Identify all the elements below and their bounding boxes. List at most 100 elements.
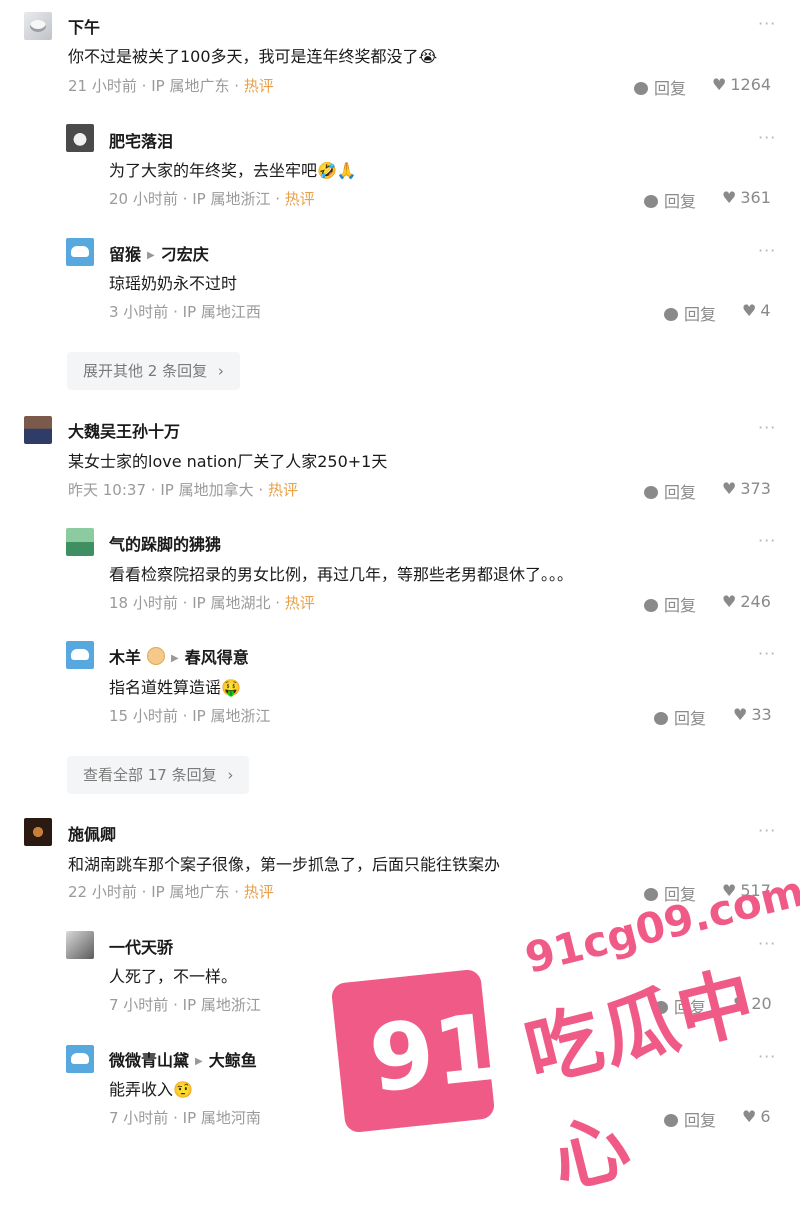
comment-ip: IP 属地加拿大 [160,481,254,499]
reply-icon [644,486,658,499]
like-count: 361 [740,188,771,207]
comment-author[interactable]: 大魏吴王孙十万 [68,418,180,442]
hot-badge: 热评 [284,594,315,612]
reply-button[interactable]: 回复 [644,188,696,212]
avatar[interactable] [66,931,94,959]
like-button[interactable]: ♥ 361 [722,188,771,207]
avatar[interactable] [66,641,94,669]
author-name[interactable]: 微微青山黛 [109,1051,189,1070]
reply-icon [644,599,658,612]
expand-replies-button[interactable]: 展开其他 2 条回复 › [67,352,240,390]
comment-text: 你不过是被关了100多天，我可是连年终奖都没了😭 [68,47,438,66]
comment-time: 22 小时前 [68,883,137,901]
comment-author[interactable]: 下午 [68,14,100,38]
comment-author[interactable]: 气的跺脚的狒狒 [109,531,221,555]
heart-icon: ♥ [712,75,727,94]
like-count: 33 [751,705,772,724]
comment-time: 昨天 10:37 [68,481,146,499]
meta-separator: · [141,883,147,901]
reply-to-name[interactable]: 刁宏庆 [161,245,209,264]
heart-icon: ♥ [722,592,737,611]
reply-to-name[interactable]: 春风得意 [185,648,249,667]
comment-author[interactable]: 一代天骄 [109,934,173,958]
heart-icon: ♥ [742,301,757,320]
meta-separator: · [173,303,178,321]
reply-button[interactable]: 回复 [664,301,716,325]
comment-ip: IP 属地浙江 [182,996,261,1014]
meta-separator: · [234,883,240,901]
avatar[interactable] [24,818,52,846]
comment-text: 能弄收入🤨 [109,1080,193,1099]
reply-to-name[interactable]: 大鲸鱼 [209,1051,257,1070]
reply-button[interactable]: 回复 [644,592,696,616]
reply-label: 回复 [664,483,697,502]
reply-icon [644,888,658,901]
comment-meta: 3 小时前 · IP 属地江西 [109,301,261,322]
comment-text: 琼瑶奶奶永不过时 [109,274,238,293]
author-name[interactable]: 留猴 [109,245,141,264]
meta-separator: · [275,594,281,612]
reply-button[interactable]: 回复 [644,479,696,503]
comment-ip: IP 属地浙江 [192,707,271,725]
comment-author[interactable]: 施佩卿 [68,821,116,845]
more-options-icon[interactable]: ··· [758,644,776,663]
meta-separator: · [234,77,240,95]
comment-meta: 7 小时前 · IP 属地河南 [109,1107,261,1128]
comment-time: 7 小时前 [109,1109,169,1127]
meta-separator: · [182,594,188,612]
heart-icon: ♥ [722,479,737,498]
like-button[interactable]: ♥ 246 [722,592,771,611]
more-options-icon[interactable]: ··· [758,821,776,840]
hot-badge: 热评 [284,190,315,208]
view-all-replies-label: 查看全部 17 条回复 [83,766,217,784]
like-button[interactable]: ♥ 4 [742,301,771,320]
avatar[interactable] [66,1045,94,1073]
comment-author[interactable]: 留猴 ▶ 刁宏庆 [109,241,209,265]
heart-icon: ♥ [722,188,737,207]
reply-arrow-icon: ▶ [171,653,179,664]
reply-arrow-icon: ▶ [147,250,155,261]
heart-icon: ♥ [733,705,748,724]
author-name[interactable]: 木羊 [109,648,141,667]
reply-arrow-icon: ▶ [195,1056,203,1067]
avatar[interactable] [66,238,94,266]
like-button[interactable]: ♥ 373 [722,479,771,498]
hot-badge: 热评 [267,481,298,499]
meta-separator: · [173,996,178,1014]
reply-label: 回复 [664,192,697,211]
avatar[interactable] [24,12,52,40]
meta-separator: · [173,1109,178,1127]
meta-separator: · [141,77,147,95]
reply-icon [664,308,678,321]
comment-meta: 18 小时前 · IP 属地湖北 · 热评 [109,592,315,613]
avatar[interactable] [66,528,94,556]
like-count: 246 [740,592,771,611]
reply-label: 回复 [664,596,697,615]
like-button[interactable]: ♥ 1264 [712,75,771,94]
reply-button[interactable]: 回复 [654,705,706,729]
watermark-logo-number: 91 [364,993,504,1114]
reply-icon [654,712,668,725]
reply-label: 回复 [654,79,687,98]
reply-button[interactable]: 回复 [634,75,686,99]
comment-text: 某女士家的love nation厂关了人家250+1天 [68,452,388,471]
more-options-icon[interactable]: ··· [758,531,776,550]
comment-author[interactable]: 微微青山黛 ▶ 大鲸鱼 [109,1047,257,1071]
avatar[interactable] [24,416,52,444]
comment-ip: IP 属地浙江 [192,190,271,208]
reply-icon [644,195,658,208]
like-button[interactable]: ♥ 33 [733,705,772,724]
more-options-icon[interactable]: ··· [758,418,776,437]
comment-author[interactable]: 肥宅落泪 [109,128,173,152]
comment-time: 20 小时前 [109,190,178,208]
chevron-right-icon: › [227,766,234,784]
avatar[interactable] [66,124,94,152]
comment-author[interactable]: 木羊 ▶ 春风得意 [109,644,249,668]
comment-ip: IP 属地湖北 [192,594,271,612]
view-all-replies-button[interactable]: 查看全部 17 条回复 › [67,756,250,794]
more-options-icon[interactable]: ··· [758,14,776,33]
more-options-icon[interactable]: ··· [758,128,776,147]
comment-text: 为了大家的年终奖，去坐牢吧🤣🙏 [109,161,357,180]
comment-meta: 21 小时前 · IP 属地广东 · 热评 [68,75,274,96]
more-options-icon[interactable]: ··· [758,241,776,260]
